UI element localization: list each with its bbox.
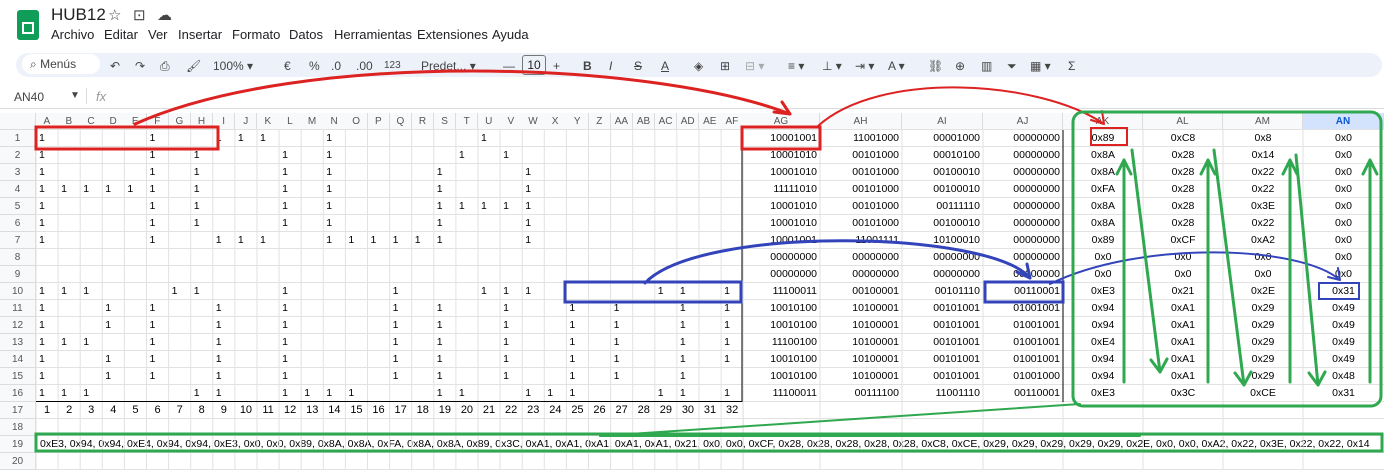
red-highlight-box [740, 125, 822, 151]
green-up-arrow [1281, 158, 1299, 384]
red-arrow [817, 86, 1105, 127]
green-up-arrow [1361, 158, 1379, 384]
green-connector [599, 403, 1141, 437]
green-down-arrow [1130, 148, 1169, 374]
blue-highlight-box [1318, 282, 1360, 300]
red-arrow [133, 69, 792, 126]
green-down-arrow [1212, 148, 1253, 387]
annotation-overlay [34, 69, 1384, 470]
blue-arrow [643, 239, 1032, 285]
green-up-arrow [1199, 158, 1217, 384]
green-up-arrow [1115, 158, 1133, 384]
blue-arrow [1049, 251, 1341, 285]
red-highlight-box [1090, 127, 1128, 146]
